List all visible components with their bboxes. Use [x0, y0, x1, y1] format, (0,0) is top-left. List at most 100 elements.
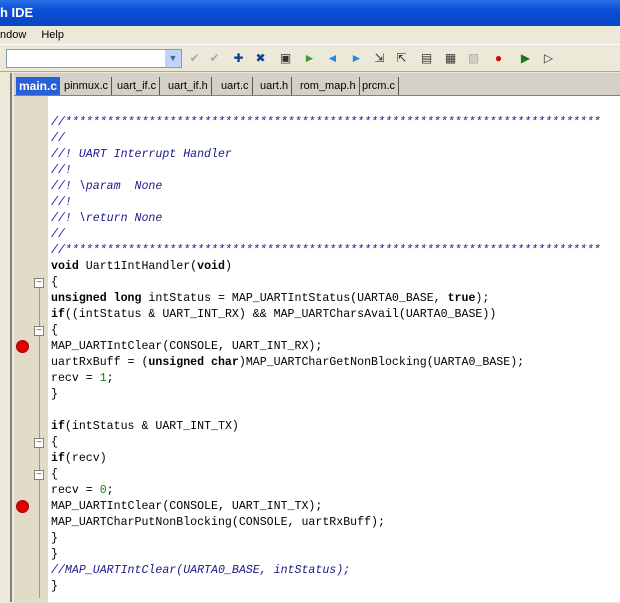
code-token: ; — [106, 372, 114, 385]
tab-pinmux-c[interactable]: pinmux.c — [61, 77, 113, 95]
code-token: unsigned char — [148, 356, 239, 369]
code-editor[interactable]: − − − − //*********************************… — [14, 95, 620, 603]
chevron-down-icon[interactable]: ▼ — [165, 50, 181, 67]
code-line: MAP_UARTIntClear(CONSOLE, UART_INT_TX); — [51, 499, 601, 515]
code-line: //MAP_UARTIntClear(UARTA0_BASE, intStatu… — [51, 563, 601, 579]
code-token: if — [51, 308, 65, 321]
code-token: MAP_UARTIntClear(CONSOLE, UART_INT_TX); — [51, 500, 323, 513]
code-token: { — [51, 276, 58, 289]
tab-uart_if-c[interactable]: uart_if.c — [114, 77, 161, 95]
step-back-icon[interactable]: ◄ — [324, 50, 341, 67]
disassembly-icon[interactable]: ▧ — [465, 50, 482, 67]
remove-watch-icon[interactable]: ✖ — [252, 50, 269, 67]
go-icon[interactable]: ▶ — [517, 50, 534, 67]
tab-uart-c[interactable]: uart.c — [218, 77, 253, 95]
code-token: recv = — [51, 372, 100, 385]
code-line: { — [51, 467, 601, 483]
step-forward-icon[interactable]: ► — [348, 50, 365, 67]
view-icon[interactable]: ▣ — [277, 50, 294, 67]
code-token: { — [51, 436, 58, 449]
left-pane — [0, 73, 12, 602]
fold-toggle-icon[interactable]: − — [34, 470, 44, 480]
code-line: // — [51, 227, 601, 243]
code-token: //**************************************… — [51, 244, 601, 257]
code-line: { — [51, 323, 601, 339]
memory-icon[interactable]: ▤ — [418, 50, 435, 67]
code-token: intStatus = MAP_UARTIntStatus(UARTA0_BAS… — [141, 292, 448, 305]
run-to-icon[interactable]: ► — [301, 50, 318, 67]
code-token: } — [51, 388, 58, 401]
code-token: //MAP_UARTIntClear(UARTA0_BASE, intStatu… — [51, 564, 351, 577]
check-icon[interactable]: ✔ — [186, 50, 203, 67]
code-line: MAP_UARTIntClear(CONSOLE, UART_INT_RX); — [51, 339, 601, 355]
code-token: } — [51, 580, 58, 593]
fold-toggle-icon[interactable]: − — [34, 326, 44, 336]
window-title: h IDE — [0, 5, 34, 20]
code-token: uartRxBuff = ( — [51, 356, 149, 369]
code-token: if — [51, 420, 65, 433]
code-token: ; — [106, 484, 114, 497]
breakpoint-icon[interactable]: ● — [490, 50, 507, 67]
fold-toggle-icon[interactable]: − — [34, 278, 44, 288]
add-watch-icon[interactable]: ✚ — [230, 50, 247, 67]
code-line: recv = 0; — [51, 483, 601, 499]
menu-window[interactable]: ndow — [0, 29, 26, 41]
uncheck-icon[interactable]: ✔ — [206, 50, 223, 67]
code-line: { — [51, 275, 601, 291]
code-token: //! — [51, 164, 72, 177]
code-line: //**************************************… — [51, 243, 601, 259]
code-line: uartRxBuff = (unsigned char)MAP_UARTChar… — [51, 355, 601, 371]
step-out-icon[interactable]: ⇱ — [393, 50, 410, 67]
tab-prcm-c[interactable]: prcm.c — [359, 77, 399, 95]
tab-uart-h[interactable]: uart.h — [257, 77, 293, 95]
tab-main-c[interactable]: main.c — [16, 77, 61, 95]
code-line: if(recv) — [51, 451, 601, 467]
code-line: recv = 1; — [51, 371, 601, 387]
menu-bar: ndow Help — [0, 26, 620, 45]
code-token: } — [51, 532, 58, 545]
code-token: recv = — [51, 484, 100, 497]
registers-icon[interactable]: ▦ — [442, 50, 459, 67]
code-token: //! \param None — [51, 180, 163, 193]
code-token: (recv) — [64, 452, 107, 465]
code-line: void Uart1IntHandler(void) — [51, 259, 601, 275]
code-token: { — [51, 468, 58, 481]
code-token: // — [51, 228, 65, 241]
code-line: } — [51, 387, 601, 403]
code-line: // — [51, 131, 601, 147]
code-line: //! — [51, 163, 601, 179]
breakpoint-icon[interactable] — [16, 340, 29, 353]
code-line: //! UART Interrupt Handler — [51, 147, 601, 163]
breakpoint-icon[interactable] — [16, 500, 29, 513]
code-token: //**************************************… — [51, 116, 601, 129]
code-line: if((intStatus & UART_INT_RX) && MAP_UART… — [51, 307, 601, 323]
code-area[interactable]: //**************************************… — [51, 115, 601, 595]
toolbar-combo[interactable]: ▼ — [6, 49, 182, 68]
halt-icon[interactable]: ▷ — [540, 50, 557, 67]
code-token: } — [51, 548, 58, 561]
menu-help[interactable]: Help — [41, 29, 64, 41]
code-token: //! UART Interrupt Handler — [51, 148, 232, 161]
code-token: ) — [224, 260, 232, 273]
code-line: //! \param None — [51, 179, 601, 195]
editor-gutter[interactable]: − − − − — [14, 96, 48, 603]
code-line: } — [51, 531, 601, 547]
code-token: void — [51, 260, 79, 273]
code-token: ((intStatus & UART_INT_RX) && MAP_UARTCh… — [64, 308, 497, 321]
code-token: // — [51, 132, 65, 145]
code-line: { — [51, 435, 601, 451]
fold-toggle-icon[interactable]: − — [34, 438, 44, 448]
code-token: //! — [51, 196, 72, 209]
file-tabs: main.c pinmux.c uart_if.c uart_if.h uart.c ua… — [14, 73, 620, 95]
code-line: } — [51, 579, 601, 595]
code-token: //! \return None — [51, 212, 163, 225]
step-into-icon[interactable]: ⇲ — [371, 50, 388, 67]
code-line: if(intStatus & UART_INT_TX) — [51, 419, 601, 435]
code-token: { — [51, 324, 58, 337]
tab-uart_if-h[interactable]: uart_if.h — [165, 77, 212, 95]
tab-rom_map-h[interactable]: rom_map.h — [297, 77, 360, 95]
code-token: (intStatus & UART_INT_TX) — [64, 420, 239, 433]
code-token: unsigned long — [51, 292, 142, 305]
code-token: void — [197, 260, 225, 273]
